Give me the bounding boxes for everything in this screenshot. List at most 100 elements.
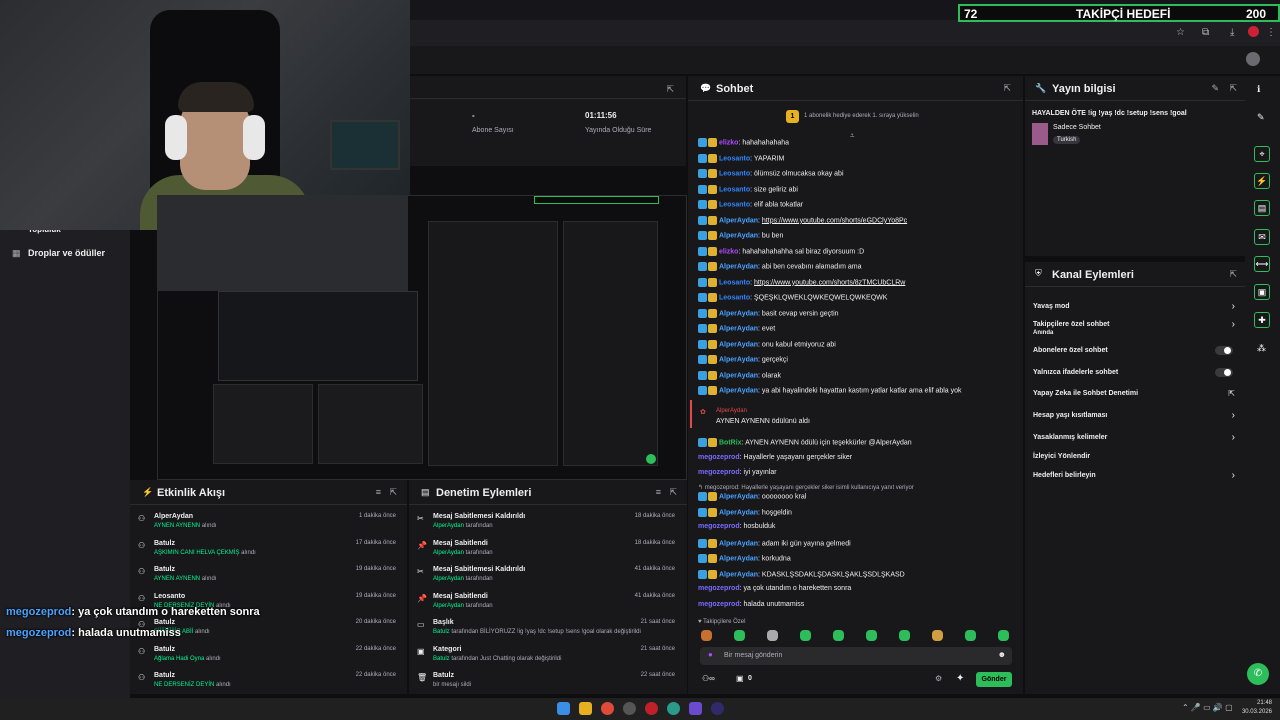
popout-icon[interactable]: ⇱ — [1229, 83, 1237, 94]
chat-username[interactable]: Leosanto — [719, 186, 750, 193]
chat-username[interactable]: AlperAydan — [719, 540, 758, 547]
filter-icon[interactable]: ≡ — [656, 487, 661, 497]
chat-username[interactable]: elizko — [719, 139, 738, 146]
channel-action-item[interactable]: Yasaklanmış kelimeler — [1033, 434, 1107, 441]
channel-action-item[interactable]: Abonelere özel sohbet — [1033, 347, 1108, 354]
emote-icon[interactable] — [833, 630, 844, 641]
modlog-row[interactable]: 📌 Mesaj Sabitlendi AlperAydan tarafından 18… — [417, 540, 679, 566]
emote-icon[interactable] — [866, 630, 877, 641]
menu-icon[interactable]: ⋮ — [1266, 27, 1276, 38]
emoji-icon[interactable]: ☻ — [998, 650, 1006, 659]
emote-icon[interactable] — [701, 630, 712, 641]
chat-username[interactable]: AlperAydan — [719, 356, 758, 363]
modlog-row[interactable]: ✂ Mesaj Sabitlemesi Kaldırıldı AlperAydan … — [417, 513, 679, 539]
explorer-icon[interactable] — [579, 702, 592, 715]
tag-badge[interactable]: Turkish — [1053, 136, 1081, 144]
download-icon[interactable]: ⤓ — [1230, 27, 1234, 38]
activity-row[interactable]: ⚇ Batulz AYNEN AYNENN alındı 19 dakika önce — [138, 566, 400, 592]
settings-app-icon[interactable] — [623, 702, 636, 715]
rail-button-6[interactable]: ▣ — [1254, 284, 1270, 300]
channel-action-item[interactable]: İzleyici Yönlendir — [1033, 453, 1090, 460]
chat-text[interactable]: https://www.youtube.com/shorts/8zTMCUbCL… — [754, 279, 905, 286]
more-icon[interactable]: ⁂ — [1257, 343, 1266, 354]
chevron-right-icon[interactable]: › — [1232, 319, 1235, 330]
rail-button-2[interactable]: ⚡ — [1254, 173, 1270, 189]
rail-button-7[interactable]: ✚ — [1254, 312, 1270, 328]
chat-input[interactable]: ● Bir mesaj gönderin ☻ — [700, 647, 1012, 665]
chat-username[interactable]: AlperAydan — [719, 372, 758, 379]
emote-icon[interactable] — [932, 630, 943, 641]
popout-icon[interactable]: ⇱ — [669, 487, 677, 498]
chat-username[interactable]: AlperAydan — [719, 310, 758, 317]
chat-username[interactable]: AlperAydan — [719, 493, 758, 500]
chat-username[interactable]: AlperAydan — [719, 217, 758, 224]
chat-username[interactable]: AlperAydan — [719, 555, 758, 562]
chat-username[interactable]: AlperAydan — [719, 509, 758, 516]
rail-button-5[interactable]: ⟷ — [1254, 256, 1270, 272]
rail-button-3[interactable]: ▤ — [1254, 200, 1270, 216]
chat-username[interactable]: Leosanto — [719, 155, 750, 162]
chevron-right-icon[interactable]: › — [1232, 470, 1235, 481]
emote-icon[interactable] — [734, 630, 745, 641]
chevron-right-icon[interactable]: › — [1232, 301, 1235, 312]
chat-username[interactable]: megozeprod — [698, 601, 740, 608]
modlog-row[interactable]: ▭ Başlık Batulz tarafından BİLİYORUZZ !ig … — [417, 619, 679, 645]
toggle-switch[interactable] — [1215, 346, 1233, 355]
edit-icon[interactable]: ✎ — [1211, 83, 1219, 94]
chat-username[interactable]: BotRix — [719, 439, 742, 446]
emote-icon[interactable] — [899, 630, 910, 641]
emote-icon[interactable] — [998, 630, 1009, 641]
emote-icon[interactable] — [965, 630, 976, 641]
filter-icon[interactable]: ≡ — [376, 487, 381, 497]
chat-username[interactable]: AlperAydan — [719, 571, 758, 578]
chat-username[interactable]: AlperAydan — [719, 325, 758, 332]
chat-username[interactable]: Leosanto — [719, 170, 750, 177]
modlog-row[interactable]: ▣ Kategori Batulz tarafından Just Chatting… — [417, 646, 679, 672]
activity-row[interactable]: ⚇ Batulz Ağlama Hadi Oyna alındı 22 dakika … — [138, 646, 400, 672]
extensions-icon[interactable]: ⧉ — [1202, 27, 1209, 38]
chat-username[interactable]: AlperAydan — [719, 232, 758, 239]
channel-action-item[interactable]: Hedefleri belirleyin — [1033, 472, 1096, 479]
modlog-row[interactable]: 🗑 Batulz bir mesajı sildi 22 saat önce — [417, 672, 679, 698]
obs-icon[interactable] — [711, 702, 724, 715]
chat-username[interactable]: Leosanto — [719, 294, 750, 301]
chat-username[interactable]: megozeprod — [698, 469, 740, 476]
chat-username[interactable]: megozeprod — [698, 523, 740, 530]
opera-icon[interactable] — [645, 702, 658, 715]
emote-icon[interactable] — [800, 630, 811, 641]
activity-row[interactable]: ⚇ Batulz AŞKIMIN CANI HELVA ÇEKMİŞ alındı 1… — [138, 540, 400, 566]
channel-action-item[interactable]: Hesap yaşı kısıtlaması — [1033, 412, 1107, 419]
popout-icon[interactable]: ⇱ — [389, 487, 397, 498]
tray-icons[interactable]: ⌃ 🎤 ▭ 🔊 ▢ — [1182, 703, 1233, 712]
send-button[interactable]: Gönder — [976, 672, 1012, 687]
pen-icon[interactable]: ✎ — [1257, 112, 1265, 123]
channel-action-item[interactable]: Yalnızca ifadelerle sohbet — [1033, 369, 1118, 376]
chat-username[interactable]: megozeprod — [698, 454, 740, 461]
settings-icon[interactable]: ⚙ — [935, 674, 942, 683]
chat-username[interactable]: elizko — [719, 248, 738, 255]
nav-item-drops[interactable]: Droplar ve ödüller — [28, 248, 105, 258]
chevron-right-icon[interactable]: › — [1232, 432, 1235, 443]
chat-username[interactable]: AlperAydan — [719, 341, 758, 348]
emote-icon[interactable] — [767, 630, 778, 641]
rail-button-4[interactable]: ✉ — [1254, 229, 1270, 245]
category-name[interactable]: Sadece Sohbet — [1053, 124, 1101, 131]
toggle-switch[interactable] — [1215, 368, 1233, 377]
profile-avatar[interactable] — [1248, 26, 1259, 37]
discord-icon[interactable] — [689, 702, 702, 715]
chat-text[interactable]: https://www.youtube.com/shorts/eGDClyYo8… — [762, 217, 907, 224]
points-icon[interactable]: ⚇∞ — [702, 674, 715, 683]
address-bar[interactable]: ☆ ⧉ ⤓ ⋮ — [410, 22, 1280, 44]
popout-icon[interactable]: ⇱ — [666, 84, 674, 95]
user-avatar[interactable] — [1246, 52, 1260, 66]
start-icon[interactable] — [557, 702, 570, 715]
chevron-right-icon[interactable]: › — [1232, 410, 1235, 421]
pinned-banner[interactable]: 1 abonelik hediye ederek 1. sıraya yükse… — [804, 113, 919, 119]
popout-icon[interactable]: ⇱ — [1003, 83, 1011, 94]
chat-username[interactable]: AlperAydan — [719, 387, 758, 394]
channel-action-item[interactable]: Yavaş mod — [1033, 303, 1070, 310]
chat-username[interactable]: Leosanto — [719, 201, 750, 208]
activity-row[interactable]: ⚇ AlperAydan AYNEN AYNENN alındı 1 dakika ö… — [138, 513, 400, 539]
info-icon[interactable]: ℹ — [1257, 84, 1260, 95]
popout-icon[interactable]: ⇱ — [1229, 269, 1237, 280]
